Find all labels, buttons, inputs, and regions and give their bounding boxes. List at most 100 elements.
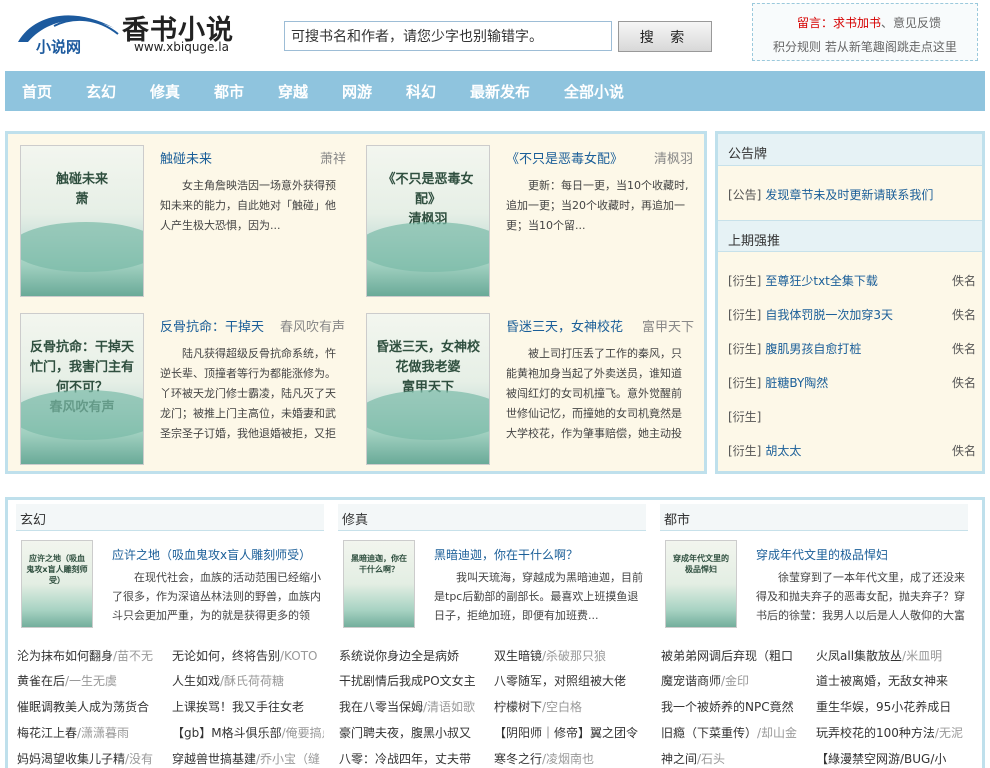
notice-line-2[interactable]: 积分规则 若从新笔趣阁跳走点这里 [773,38,957,55]
list-item[interactable]: 人生如戏/酥氏荷荷糖 [172,672,324,692]
rank-link[interactable]: 至尊狂少txt全集下载 [765,274,878,288]
search-button[interactable]: 搜 索 [618,21,712,52]
featured-title[interactable]: 穿成年代文里的极品悍妇 [756,546,888,563]
book-cover[interactable]: 《不只是恶毒女配》 清枫羽 [366,145,490,297]
item-author: /石头 [697,752,726,766]
list-item[interactable]: 柠檬树下/空白格 [494,698,646,718]
item-title: 道士被离婚，无敌女神来 [816,674,949,688]
list-item[interactable]: 旧瘾（下菜重传）/却山金 [661,724,813,744]
list-item[interactable]: 被弟弟网调后弃现（粗口 [661,647,813,667]
nav-home[interactable]: 首页 [22,81,52,102]
rank-author: 佚名 [951,444,976,458]
nav-wangyou[interactable]: 网游 [342,81,372,102]
list-item[interactable]: 妈妈渴望收集儿子精/没有 [17,750,169,768]
feedback-link[interactable]: 、意见反馈 [881,16,941,30]
side-panel: 公告牌 [公告] 发现章节未及时更新请联系我们 上期强推 [衍生] 至尊狂少txt全… [715,131,985,474]
item-title: 玩弄校花的100种方法 [816,726,935,740]
list-item[interactable]: 八零随军，对照组被大佬 [494,672,646,692]
list-item[interactable]: 道士被离婚，无敌女神来 [816,672,968,692]
book-cover[interactable]: 反骨抗命：干掉天忙门，我害门主有何不可？ 春风吹有声 [20,313,144,465]
item-author: /清语如歌 [423,700,476,714]
book-intro: 被上司打压丢了工作的秦风，只能黄袍加身当起了外卖送员，谁知道被闯红灯的女司机撞飞… [506,347,682,440]
list-item[interactable]: 重生华娱，95小花养成日 [816,698,968,718]
hot-book-card: 昏迷三天，女神校花做我老婆 富甲天下 昏迷三天，女神校花 富甲天下 被上司打压丢… [354,302,694,465]
list-item[interactable]: 魔宠谐商师/金印 [661,672,813,692]
cover-title: 《不只是恶毒女配》 清枫羽 [382,172,474,227]
notice-prefix: 留言： [797,16,834,30]
list-item[interactable]: 我在八零当保姆/清语如歌 [339,698,491,718]
list-item[interactable]: 穿越兽世搞基建/乔小宝（缝 [172,750,324,768]
list-item[interactable]: 寒冬之行/凌烟南也 [494,750,646,768]
featured-title[interactable]: 应许之地（吸血鬼攻x盲人雕刻师受） [112,546,311,563]
list-item[interactable]: 沦为抹布如何翻身/苗不无 [17,647,169,667]
rank-tag: [衍生] [728,410,762,424]
site-header: 小说网 香书小说 www.xbiquge.la 搜 索 留言：求书加书、意见反馈… [0,0,990,70]
nav-xiuzhen[interactable]: 修真 [150,81,180,102]
rank-author: 佚名 [951,376,976,390]
rank-link[interactable]: 自我体罚脱一次加穿3天 [765,308,893,322]
nav-latest[interactable]: 最新发布 [470,81,530,102]
list-item[interactable]: 我一个被娇养的NPC竟然 [661,698,813,718]
book-title[interactable]: 反骨抗命：干掉天 [160,316,264,335]
cover-art [367,222,489,272]
list-item[interactable]: 火凤all集散放丛/米皿明 [816,647,968,667]
rank-link[interactable]: 胡太太 [765,444,801,458]
notice-link[interactable]: 发现章节未及时更新请联系我们 [765,188,933,202]
request-book-link[interactable]: 求书加书 [833,16,881,30]
list-item[interactable]: 催眠调教美人成为荡货合 [17,698,169,718]
item-author: /没有 [125,752,154,766]
list-item[interactable]: 干扰剧情后我成PO文女主 [339,672,491,692]
list-item[interactable]: 黄雀在后/一生无虞 [17,672,169,692]
featured-title[interactable]: 黑暗迪迦，你在干什么啊？ [434,546,578,563]
list-item[interactable]: 八零：冷战四年，丈夫带 [339,750,491,768]
search-input[interactable] [284,21,612,51]
book-cover[interactable]: 昏迷三天，女神校花做我老婆 富甲天下 [366,313,490,465]
list-item[interactable]: 豪门聘夫夜，腹黑小叔又 [339,724,491,744]
nav-kehuan[interactable]: 科幻 [406,81,436,102]
notice-line-1: 留言：求书加书、意见反馈 [797,14,941,31]
rank-link[interactable]: 脏糖BY陶然 [765,376,828,390]
list-item[interactable]: 玩弄校花的100种方法/无泥 [816,724,968,744]
item-author: /米皿明 [902,649,943,663]
item-title: 人生如戏 [172,674,221,688]
item-author: /一生无虞 [65,674,118,688]
list-item[interactable]: 【阴阳师｜修帝】翼之团令 [494,724,646,744]
book-title[interactable]: 触碰未来 [160,148,212,167]
nav-xuanhuan[interactable]: 玄幻 [86,81,116,102]
list-item[interactable]: 梅花江上春/潇潇暮雨 [17,724,169,744]
main-nav: 首页 玄幻 修真 都市 穿越 网游 科幻 最新发布 全部小说 [5,71,985,111]
nav-dushi[interactable]: 都市 [214,81,244,102]
nav-chuanyue[interactable]: 穿越 [278,81,308,102]
featured-cover[interactable]: 应许之地（吸血鬼攻x盲人雕刻师受） [21,540,93,628]
book-title[interactable]: 昏迷三天，女神校花 [506,316,623,335]
featured-cover[interactable]: 黑暗迪迦，你在干什么啊？ [343,540,415,628]
list-item[interactable]: 上课挨骂！我又手往女老 [172,698,324,718]
list-item[interactable]: 神之间/石头 [661,750,813,768]
book-cover[interactable]: 触碰未来 萧 [20,145,144,297]
category-title: 修真 [338,504,646,531]
notice-row: [公告] 发现章节未及时更新请联系我们 [728,186,976,206]
item-author: /俺要搞点 [281,726,324,740]
list-item[interactable]: 【gb】M格斗俱乐部/俺要搞点 [172,724,324,744]
item-title: 妈妈渴望收集儿子精 [17,752,126,766]
list-item[interactable]: 无论如何，终将告别/KOTO [172,647,324,667]
book-title[interactable]: 《不只是恶毒女配》 [506,148,623,167]
list-item[interactable]: 系统说你身边全是病娇 [339,647,491,667]
item-title: 上课挨骂！我又手往女老 [172,700,305,714]
list-item[interactable]: 【綠漫禁空网游/BUG/小 [816,750,968,768]
rank-row: [衍生] [728,408,976,428]
category-section: 玄幻 应许之地（吸血鬼攻x盲人雕刻师受） 应许之地（吸血鬼攻x盲人雕刻师受） 在… [5,497,985,768]
book-author: 春风吹有声 [280,320,346,335]
featured-cover[interactable]: 穿成年代文里的极品悍妇 [665,540,737,628]
item-title: 催眠调教美人成为荡货合 [17,700,150,714]
hot-book-card: 《不只是恶毒女配》 清枫羽 《不只是恶毒女配》 清枫羽 更新：每日一更，当10个… [354,134,694,297]
list-item[interactable]: 双生暗镜/杀破那只狼 [494,647,646,667]
category-column-dushi: 都市 穿成年代文里的极品悍妇 穿成年代文里的极品悍妇 徐莹穿到了一本年代文里，成… [656,500,974,768]
cover-title: 黑暗迪迦，你在干什么啊？ [351,554,407,574]
rank-tag: [衍生] [728,308,762,322]
site-logo[interactable]: 小说网 香书小说 www.xbiquge.la [12,6,242,58]
nav-all-novels[interactable]: 全部小说 [564,81,624,102]
rank-link[interactable]: 腹肌男孩自愈打桩 [765,342,861,356]
category-column-xuanhuan: 玄幻 应许之地（吸血鬼攻x盲人雕刻师受） 应许之地（吸血鬼攻x盲人雕刻师受） 在… [12,500,330,768]
rank-author: 佚名 [951,274,976,288]
